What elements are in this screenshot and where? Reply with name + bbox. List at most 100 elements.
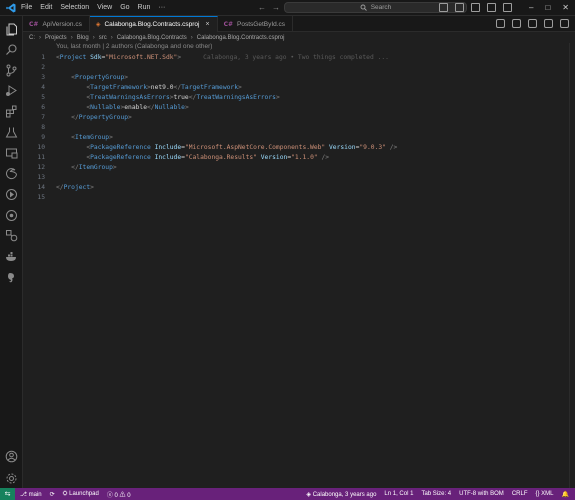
code-line[interactable]: 8 xyxy=(23,123,575,133)
code-line[interactable]: 3 <PropertyGroup> xyxy=(23,73,575,83)
window-controls: – □ ✕ xyxy=(529,3,569,12)
code-line[interactable]: 6 <Nullable>enable</Nullable> xyxy=(23,103,575,113)
menu-item[interactable]: Run xyxy=(138,4,151,11)
sync-icon[interactable]: ⟳ xyxy=(50,491,55,498)
tab-postsgetbyid[interactable]: C# PostsGetById.cs xyxy=(218,16,294,32)
settings-gear-icon[interactable] xyxy=(5,472,18,485)
search-view-icon[interactable] xyxy=(5,43,18,56)
timeline-icon[interactable] xyxy=(5,188,18,201)
menu-item[interactable]: View xyxy=(97,4,112,11)
cursor-position[interactable]: Ln 1, Col 1 xyxy=(384,491,413,497)
code-line[interactable]: 10 <PackageReference Include="Microsoft.… xyxy=(23,143,575,153)
code-text: <PackageReference Include="Microsoft.Asp… xyxy=(56,143,397,153)
code-token: TreatWarningsAsErrors xyxy=(196,94,276,101)
codelens-authors[interactable]: You, last month | 2 authors (Calabonga a… xyxy=(56,43,212,50)
more-actions-icon[interactable] xyxy=(560,19,569,28)
breadcrumb-item[interactable]: C: xyxy=(29,35,35,41)
line-number: 2 xyxy=(41,64,45,71)
minimize-icon[interactable]: – xyxy=(529,3,533,12)
branch-indicator[interactable]: ⎇ main xyxy=(20,491,42,498)
menu-item[interactable]: Edit xyxy=(40,4,52,11)
code-line[interactable]: 12 </ItemGroup> xyxy=(23,163,575,173)
breadcrumb-item[interactable]: Projects xyxy=(45,35,67,41)
search-label: Search xyxy=(370,4,392,11)
code-line[interactable]: 13 xyxy=(23,173,575,183)
code-token: > xyxy=(128,114,132,121)
menu-item[interactable]: Go xyxy=(120,4,129,11)
code-line[interactable]: 2 xyxy=(23,63,575,73)
compare-icon[interactable] xyxy=(512,19,521,28)
inline-blame[interactable]: Calabonga, 3 years ago • Two things comp… xyxy=(203,54,389,61)
code-line[interactable]: 11 <PackageReference Include="Calabonga.… xyxy=(23,153,575,163)
code-line[interactable]: 4 <TargetFramework>net9.0</TargetFramewo… xyxy=(23,83,575,93)
menu-item[interactable]: ··· xyxy=(158,4,165,11)
remote-explorer-icon[interactable] xyxy=(5,147,18,160)
tab-size[interactable]: Tab Size: 4 xyxy=(421,491,451,497)
breadcrumb-item[interactable]: Blog xyxy=(77,35,89,41)
breadcrumb-item[interactable]: src xyxy=(99,35,107,41)
line-ending[interactable]: CRLF xyxy=(512,491,528,497)
code-editor[interactable]: You, last month | 2 authors (Calabonga a… xyxy=(23,43,575,488)
code-token: ItemGroup xyxy=(74,134,110,141)
remote-indicator-icon[interactable]: ⇆ xyxy=(0,488,15,500)
toggle-blame-icon[interactable] xyxy=(528,19,537,28)
code-text: <Nullable>enable</Nullable> xyxy=(56,103,189,113)
code-text: <TargetFramework>net9.0</TargetFramework… xyxy=(56,83,241,93)
editor-scrollbar[interactable] xyxy=(569,43,575,488)
launchpad-item[interactable]: ⛭ Launchpad xyxy=(63,491,99,498)
toggle-panel-icon[interactable] xyxy=(471,3,480,12)
code-line[interactable]: 14 </Project> xyxy=(23,183,575,193)
vscode-logo-icon xyxy=(6,3,16,12)
close-window-icon[interactable]: ✕ xyxy=(562,3,569,12)
notifications-bell-icon[interactable]: 🔔 xyxy=(562,491,569,498)
line-number: 7 xyxy=(41,114,45,121)
account-icon[interactable] xyxy=(5,450,18,463)
code-token: > xyxy=(184,104,189,111)
code-line[interactable]: 7 </PropertyGroup> xyxy=(23,113,575,123)
source-control-icon[interactable] xyxy=(5,64,18,77)
breadcrumb-item[interactable]: Calabonga.Blog.Contracts.csproj xyxy=(197,35,285,41)
code-line[interactable]: 5 <TreatWarningsAsErrors>true</TreatWarn… xyxy=(23,93,575,103)
menu-item[interactable]: File xyxy=(21,4,32,11)
code-token: PropertyGroup xyxy=(74,74,125,81)
toggle-secondary-sidebar-icon[interactable] xyxy=(487,3,496,12)
customize-layout-icon[interactable] xyxy=(503,3,512,12)
toggle-primary-sidebar-icon[interactable] xyxy=(455,3,464,12)
database-icon[interactable] xyxy=(5,229,18,242)
close-tab-icon[interactable]: × xyxy=(205,21,209,28)
encoding[interactable]: UTF-8 with BOM xyxy=(459,491,504,497)
docker-icon[interactable] xyxy=(5,250,18,263)
seahorse-icon[interactable] xyxy=(5,271,18,284)
code-line[interactable]: 1 <Project Sdk="Microsoft.NET.Sdk"> Calabo… xyxy=(23,53,575,63)
code-token: PackageReference xyxy=(90,154,151,161)
problems-indicator[interactable]: ⓧ 0 ⚠ 0 xyxy=(107,490,131,499)
menu-item[interactable]: Selection xyxy=(60,4,89,11)
warning-count: 0 xyxy=(127,492,131,499)
code-token: < xyxy=(56,74,75,81)
language-mode[interactable]: {} XML xyxy=(535,491,553,497)
maximize-icon[interactable]: □ xyxy=(545,3,550,12)
code-token: </ xyxy=(56,184,64,191)
gitlens-icon[interactable] xyxy=(5,209,18,222)
split-editor-icon[interactable] xyxy=(544,19,553,28)
extensions-icon[interactable] xyxy=(5,105,18,118)
back-arrow-icon[interactable]: ← xyxy=(258,3,266,12)
code-text: <ItemGroup> xyxy=(56,133,113,143)
forward-arrow-icon[interactable]: → xyxy=(272,3,280,12)
blame-status[interactable]: ◈ Calabonga, 3 years ago xyxy=(306,491,376,498)
code-token: /> xyxy=(317,154,330,161)
testing-icon[interactable] xyxy=(5,126,18,139)
edge-devtools-icon[interactable] xyxy=(5,167,18,180)
explorer-icon[interactable] xyxy=(5,23,18,36)
copilot-icon[interactable] xyxy=(439,3,448,12)
code-line[interactable]: 9 <ItemGroup> xyxy=(23,133,575,143)
code-token: > xyxy=(177,54,182,61)
title-bar: File Edit Selection View Go Run ··· ← → Search… xyxy=(0,0,575,16)
run-debug-icon[interactable] xyxy=(5,84,18,97)
tab-apiversion[interactable]: C# ApiVersion.cs xyxy=(23,16,90,32)
code-token: Version xyxy=(260,154,288,161)
breadcrumb-item[interactable]: Calabonga.Blog.Contracts xyxy=(117,35,187,41)
open-changes-icon[interactable] xyxy=(496,19,505,28)
tab-contracts-csproj[interactable]: ◈ Calabonga.Blog.Contracts.csproj × xyxy=(89,16,218,32)
code-line[interactable]: 15 xyxy=(23,193,575,203)
